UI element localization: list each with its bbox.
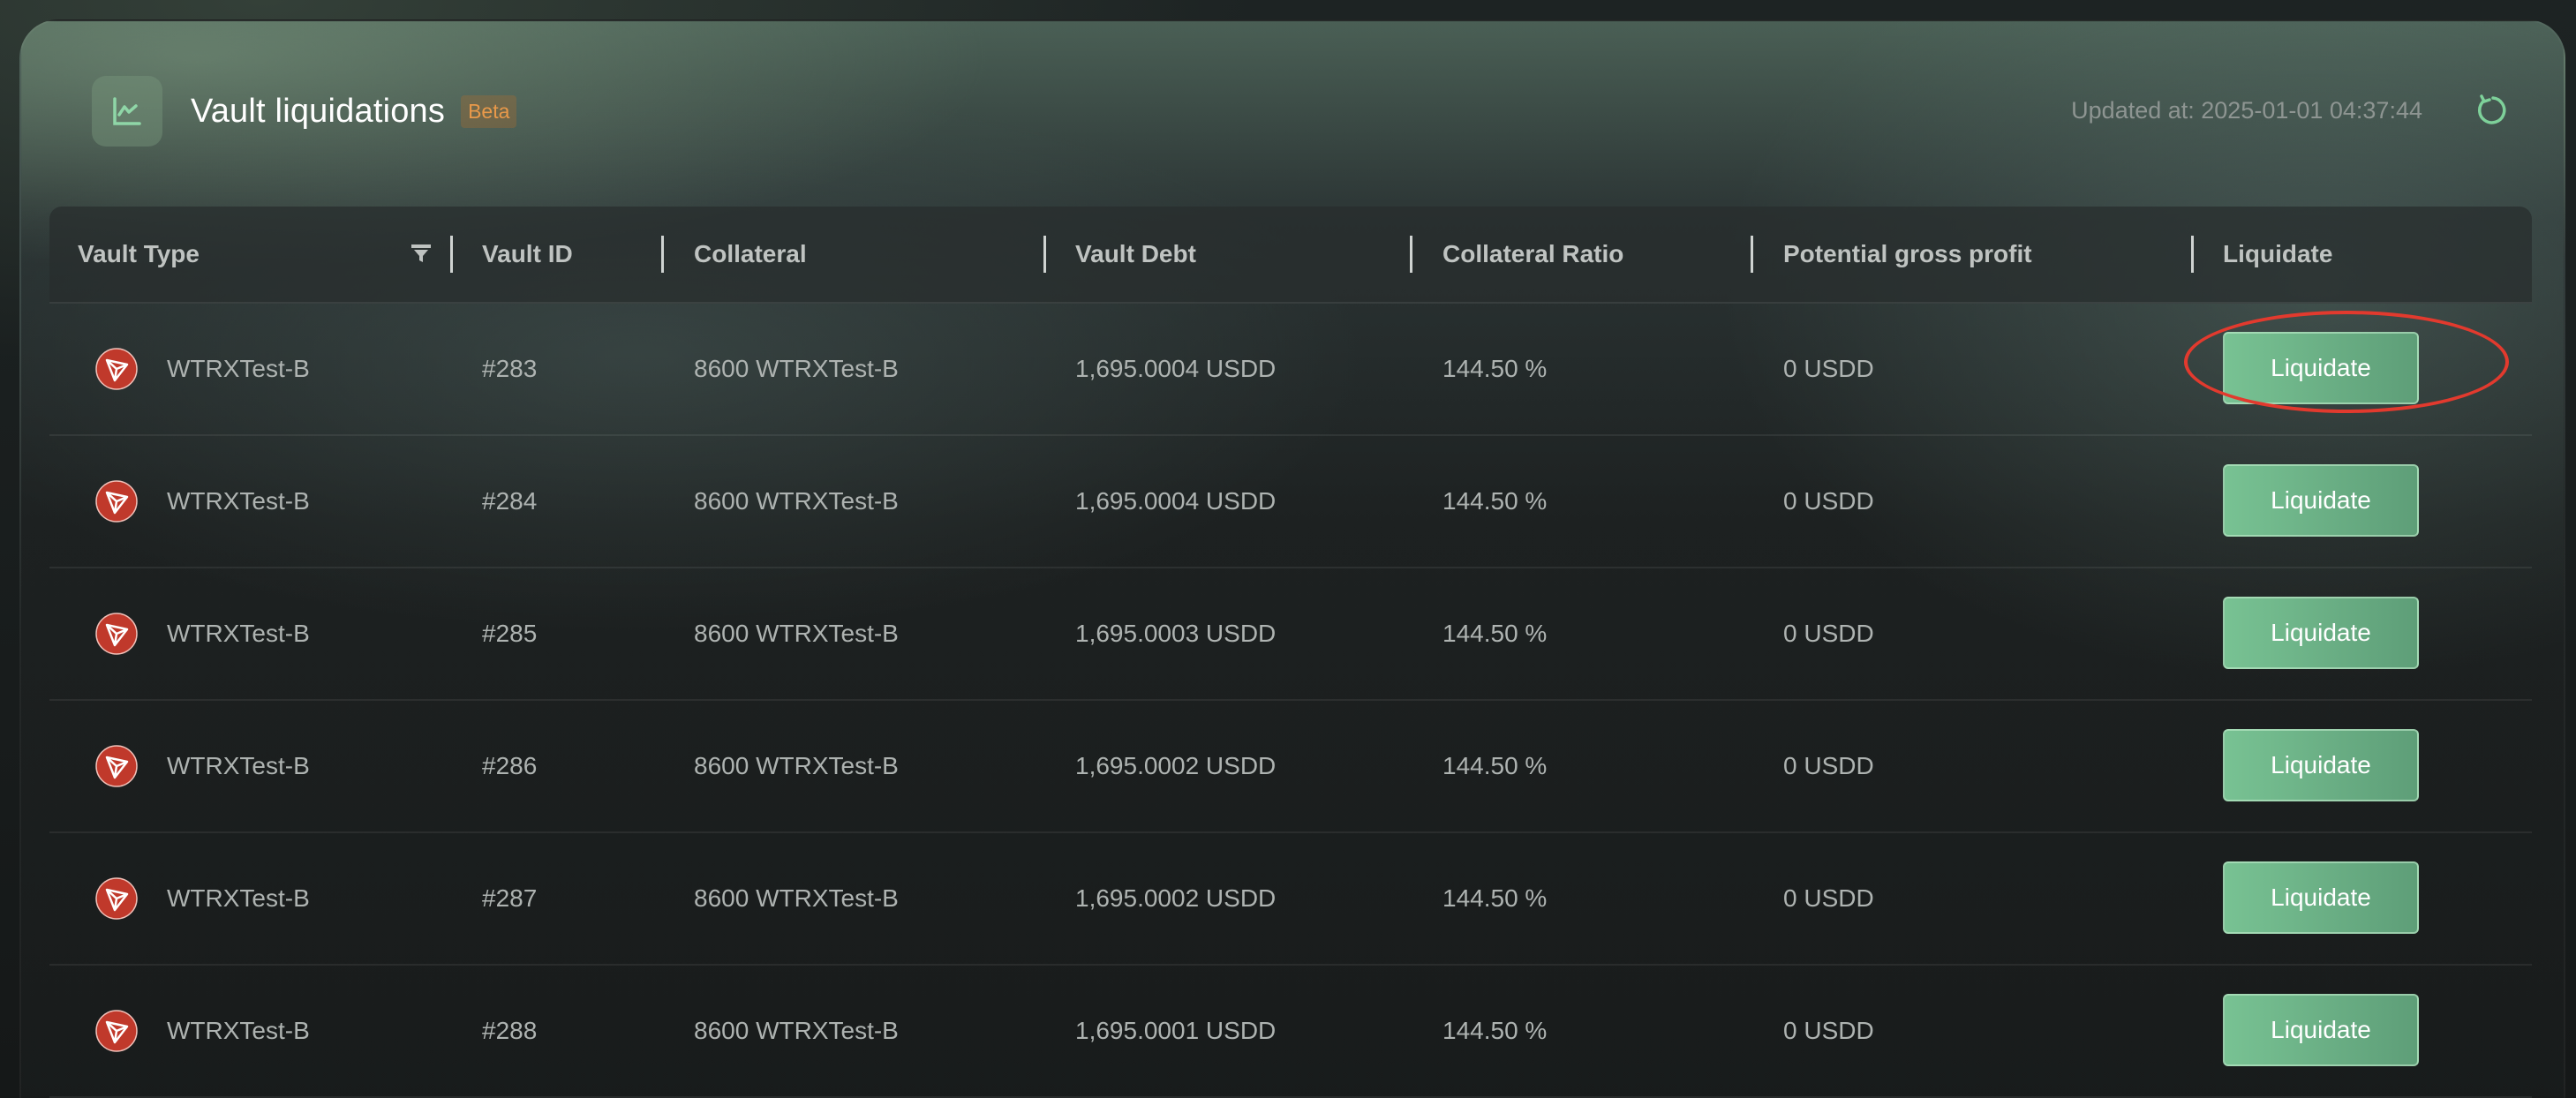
collateral-cell: 8600 WTRXTest-B [694, 487, 899, 515]
vault-debt-cell: 1,695.0004 USDD [1075, 355, 1277, 382]
liquidate-button[interactable]: Liquidate [2223, 597, 2419, 669]
column-vault-id: Vault ID [482, 240, 573, 267]
table-row: WTRXTest-B #284 8600 WTRXTest-B 1,695.00… [49, 436, 2532, 568]
profit-cell: 0 USDD [1783, 884, 1874, 912]
vault-id-cell: #286 [482, 752, 538, 779]
tron-icon [95, 613, 138, 655]
table-row: WTRXTest-B #287 8600 WTRXTest-B 1,695.00… [49, 833, 2532, 966]
column-collateral-ratio: Collateral Ratio [1442, 240, 1624, 267]
updated-at-label: Updated at: 2025-01-01 04:37:44 [2071, 97, 2422, 124]
page-title: Vault liquidations [191, 92, 446, 130]
vault-id-cell: #287 [482, 884, 538, 912]
table-body: WTRXTest-B #283 8600 WTRXTest-B 1,695.00… [49, 304, 2532, 1098]
column-divider [1043, 236, 1046, 273]
vault-debt-cell: 1,695.0004 USDD [1075, 487, 1277, 515]
chart-icon [92, 76, 162, 147]
collateral-cell: 8600 WTRXTest-B [694, 884, 899, 912]
vault-debt-cell: 1,695.0001 USDD [1075, 1017, 1277, 1044]
liquidate-button[interactable]: Liquidate [2223, 994, 2419, 1066]
column-vault-type[interactable]: Vault Type [78, 207, 200, 302]
column-vault-debt: Vault Debt [1075, 240, 1196, 267]
collateral-cell: 8600 WTRXTest-B [694, 1017, 899, 1044]
collateral-cell: 8600 WTRXTest-B [694, 355, 899, 382]
vault-liquidations-card: Vault liquidations Beta Updated at: 2025… [19, 19, 2565, 1098]
tron-icon [95, 877, 138, 920]
table-row: WTRXTest-B #283 8600 WTRXTest-B 1,695.00… [49, 304, 2532, 436]
column-divider [1751, 236, 1753, 273]
vault-id-cell: #283 [482, 355, 538, 382]
collateral-ratio-cell: 144.50 % [1442, 752, 1548, 779]
tron-icon [95, 1010, 138, 1052]
vault-debt-cell: 1,695.0002 USDD [1075, 884, 1277, 912]
liquidate-button[interactable]: Liquidate [2223, 861, 2419, 934]
column-potential-profit: Potential gross profit [1783, 240, 2032, 267]
collateral-ratio-cell: 144.50 % [1442, 487, 1548, 515]
column-divider [2191, 236, 2194, 273]
column-liquidate: Liquidate [2223, 240, 2333, 267]
vault-type-cell: WTRXTest-B [167, 884, 310, 912]
vault-id-cell: #285 [482, 620, 538, 647]
vault-id-cell: #288 [482, 1017, 538, 1044]
tron-icon [95, 480, 138, 523]
profit-cell: 0 USDD [1783, 620, 1874, 647]
collateral-ratio-cell: 144.50 % [1442, 1017, 1548, 1044]
vault-type-cell: WTRXTest-B [167, 620, 310, 647]
profit-cell: 0 USDD [1783, 1017, 1874, 1044]
column-collateral: Collateral [694, 240, 807, 267]
vault-type-cell: WTRXTest-B [167, 355, 310, 382]
column-divider [661, 236, 664, 273]
table-row: WTRXTest-B #288 8600 WTRXTest-B 1,695.00… [49, 966, 2532, 1098]
collateral-ratio-cell: 144.50 % [1442, 355, 1548, 382]
table-header: Vault Type Vault ID Collateral Vault Deb… [49, 207, 2532, 304]
beta-badge: Beta [461, 94, 517, 128]
liquidate-button[interactable]: Liquidate [2223, 464, 2419, 537]
liquidate-button[interactable]: Liquidate [2223, 332, 2419, 404]
column-divider [1410, 236, 1412, 273]
vault-debt-cell: 1,695.0003 USDD [1075, 620, 1277, 647]
filter-icon[interactable] [410, 242, 433, 265]
page: Vault liquidations Beta Updated at: 2025… [0, 0, 2576, 1098]
liquidate-button[interactable]: Liquidate [2223, 729, 2419, 801]
vault-type-cell: WTRXTest-B [167, 487, 310, 515]
column-divider [450, 236, 453, 273]
card-header: Vault liquidations Beta [92, 76, 517, 147]
collateral-ratio-cell: 144.50 % [1442, 620, 1548, 647]
tron-icon [95, 348, 138, 390]
refresh-icon[interactable] [2474, 92, 2511, 129]
vault-debt-cell: 1,695.0002 USDD [1075, 752, 1277, 779]
table-row: WTRXTest-B #286 8600 WTRXTest-B 1,695.00… [49, 701, 2532, 833]
table-row: WTRXTest-B #285 8600 WTRXTest-B 1,695.00… [49, 568, 2532, 701]
liquidations-table: Vault Type Vault ID Collateral Vault Deb… [49, 207, 2532, 1098]
collateral-cell: 8600 WTRXTest-B [694, 620, 899, 647]
vault-type-cell: WTRXTest-B [167, 1017, 310, 1044]
profit-cell: 0 USDD [1783, 355, 1874, 382]
profit-cell: 0 USDD [1783, 487, 1874, 515]
collateral-ratio-cell: 144.50 % [1442, 884, 1548, 912]
collateral-cell: 8600 WTRXTest-B [694, 752, 899, 779]
vault-type-cell: WTRXTest-B [167, 752, 310, 779]
profit-cell: 0 USDD [1783, 752, 1874, 779]
tron-icon [95, 745, 138, 787]
vault-id-cell: #284 [482, 487, 538, 515]
